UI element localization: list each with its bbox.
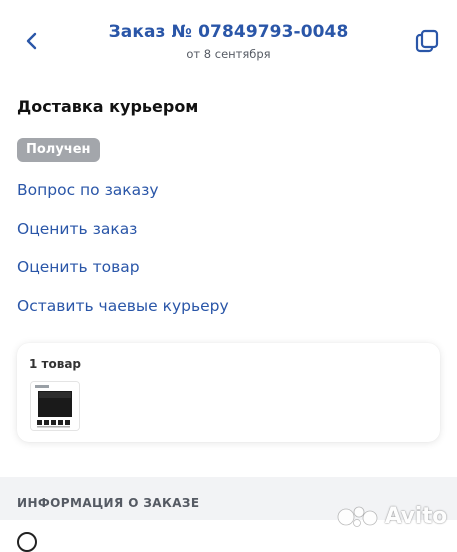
delivery-title: Доставка курьером bbox=[17, 97, 199, 116]
copy-button[interactable] bbox=[413, 28, 441, 56]
cooktop-product-image bbox=[31, 382, 79, 430]
items-card[interactable]: 1 товар bbox=[17, 343, 440, 442]
order-info-title: ИНФОРМАЦИЯ О ЗАКАЗЕ bbox=[17, 496, 200, 510]
rate-product-link[interactable]: Оценить товар bbox=[17, 258, 140, 276]
status-badge: Получен bbox=[17, 138, 100, 162]
question-about-order-link[interactable]: Вопрос по заказу bbox=[17, 181, 159, 199]
avito-watermark: Avito bbox=[337, 502, 447, 530]
rate-order-link[interactable]: Оценить заказ bbox=[17, 220, 137, 238]
watermark-text: Avito bbox=[384, 503, 448, 529]
order-title: Заказ № 07849793-0048 bbox=[108, 22, 349, 42]
items-count: 1 товар bbox=[29, 357, 82, 371]
tip-courier-link[interactable]: Оставить чаевые курьеру bbox=[17, 297, 229, 315]
copy-icon bbox=[415, 29, 439, 53]
product-thumbnail[interactable] bbox=[30, 381, 80, 431]
info-row-icon bbox=[17, 532, 37, 552]
order-date: от 8 сентября bbox=[186, 47, 271, 61]
avito-logo-icon bbox=[337, 506, 378, 527]
header: Заказ № 07849793-0048 от 8 сентября bbox=[0, 0, 457, 80]
